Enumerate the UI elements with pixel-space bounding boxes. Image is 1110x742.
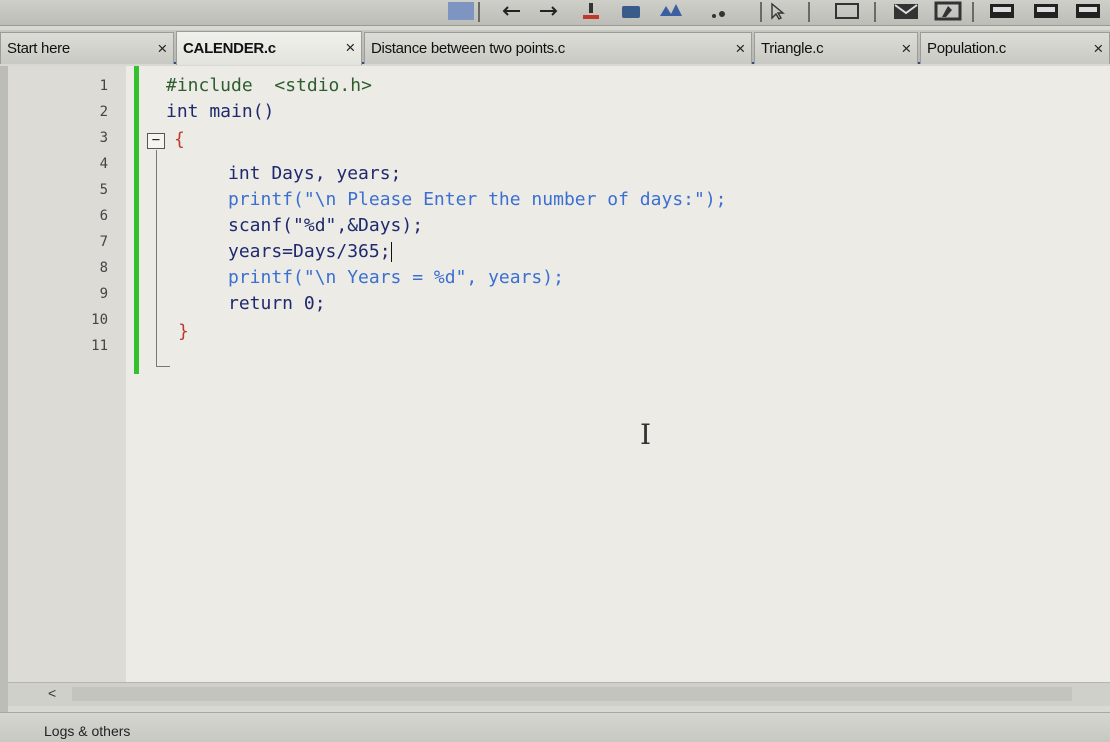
- line-number-gutter: 1 2 3 4 5 6 7 8 9 10 11: [8, 66, 126, 682]
- horizontal-scrollbar[interactable]: <: [8, 682, 1110, 706]
- back-arrow-icon[interactable]: [498, 2, 524, 20]
- code-text: scanf("%d",&Days);: [228, 215, 424, 236]
- tab-calender-c[interactable]: CALENDER.c ×: [176, 31, 362, 65]
- mail-icon[interactable]: [890, 2, 922, 20]
- close-icon[interactable]: ×: [735, 39, 745, 59]
- toolbar-separator: [760, 2, 762, 22]
- fold-guide-end: [156, 366, 170, 367]
- code-line: printf("\n Years = %d", years);: [228, 268, 564, 288]
- scroll-left-icon[interactable]: <: [48, 685, 56, 701]
- forward-arrow-icon[interactable]: [536, 2, 562, 20]
- code-text: int Days, years;: [228, 163, 402, 184]
- pointer-icon[interactable]: [766, 2, 788, 20]
- logs-and-others-tab[interactable]: Logs & others: [44, 723, 130, 739]
- line-number: 5: [99, 182, 108, 198]
- change-bar: [134, 66, 139, 374]
- ibeam-cursor-icon: I: [640, 418, 652, 451]
- code-line: years=Days/365;: [228, 242, 392, 262]
- toolbar-separator: [972, 2, 974, 22]
- scrollbar-track[interactable]: [72, 687, 1072, 701]
- code-line: printf("\n Please Enter the number of da…: [228, 190, 727, 210]
- fold-toggle-icon[interactable]: −: [147, 133, 165, 149]
- code-text: years=Days/365;: [228, 241, 391, 262]
- code-text: int main(): [166, 101, 275, 122]
- layout-right-icon[interactable]: [1072, 2, 1104, 20]
- line-number: 6: [99, 208, 108, 224]
- build-icon[interactable]: [618, 2, 644, 20]
- window-left-edge: [0, 66, 8, 712]
- toolbar-separator: [808, 2, 810, 22]
- code-text: {: [174, 129, 185, 150]
- line-number: 7: [99, 234, 108, 250]
- tab-population-c[interactable]: Population.c ×: [920, 32, 1110, 64]
- close-icon[interactable]: ×: [157, 39, 167, 59]
- tab-label: Population.c: [927, 40, 1006, 57]
- run-icon[interactable]: [656, 2, 686, 20]
- toolbar-separator: [478, 2, 480, 22]
- line-number: 3: [99, 130, 108, 146]
- window-icon[interactable]: [832, 2, 862, 20]
- code-text: #include <stdio.h>: [166, 75, 372, 96]
- layout-left-icon[interactable]: [986, 2, 1018, 20]
- logs-panel-bar: Logs & others: [0, 712, 1110, 742]
- toolbar-highlight-button[interactable]: [448, 2, 474, 20]
- tab-start-here[interactable]: Start here ×: [0, 32, 174, 64]
- line-number: 10: [91, 312, 108, 328]
- code-line: int Days, years;: [228, 164, 401, 184]
- close-icon[interactable]: ×: [901, 39, 911, 59]
- code-editor[interactable]: 1 2 3 4 5 6 7 8 9 10 11 − #include <stdi…: [8, 66, 1110, 682]
- code-text: printf("\n Please Enter the number of da…: [228, 189, 727, 210]
- close-icon[interactable]: ×: [1093, 39, 1103, 59]
- line-number: 2: [99, 104, 108, 120]
- code-text: printf("\n Years = %d", years);: [228, 267, 564, 288]
- code-text: }: [178, 321, 189, 342]
- tab-triangle-c[interactable]: Triangle.c ×: [754, 32, 918, 64]
- fold-guide: [156, 150, 157, 366]
- toolbar: [0, 0, 1110, 26]
- layout-middle-icon[interactable]: [1030, 2, 1062, 20]
- code-line: #include <stdio.h>: [166, 76, 372, 96]
- code-line: scanf("%d",&Days);: [228, 216, 423, 236]
- text-cursor: [390, 242, 392, 262]
- editor-tab-bar: Start here × CALENDER.c × Distance betwe…: [0, 30, 1110, 65]
- edit-window-icon[interactable]: [932, 1, 964, 21]
- code-line: }: [178, 322, 189, 342]
- code-text: return 0;: [228, 293, 326, 314]
- tab-label: Start here: [7, 40, 70, 57]
- tab-label: CALENDER.c: [183, 40, 276, 57]
- code-line: {: [174, 130, 185, 150]
- code-line: return 0;: [228, 294, 326, 314]
- tab-distance-between-two-points-c[interactable]: Distance between two points.c ×: [364, 32, 752, 64]
- stop-icon[interactable]: [700, 2, 730, 20]
- line-number: 11: [91, 338, 108, 354]
- line-number: 9: [99, 286, 108, 302]
- tab-label: Triangle.c: [761, 40, 824, 57]
- toolbar-separator: [874, 2, 876, 22]
- line-number: 1: [99, 78, 108, 94]
- debug-icon[interactable]: [578, 2, 604, 20]
- code-line: int main(): [166, 102, 274, 122]
- close-icon[interactable]: ×: [345, 38, 355, 58]
- line-number: 8: [99, 260, 108, 276]
- tab-label: Distance between two points.c: [371, 40, 565, 57]
- line-number: 4: [99, 156, 108, 172]
